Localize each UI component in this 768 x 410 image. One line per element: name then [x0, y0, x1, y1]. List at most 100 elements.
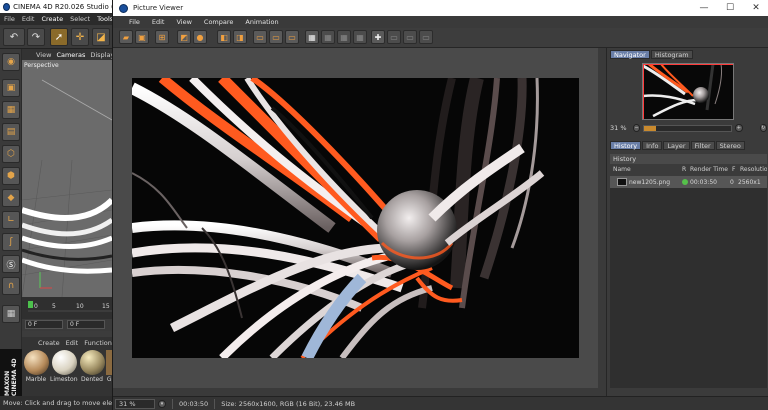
zoom-in-icon[interactable]: ✚: [371, 30, 385, 44]
render-region-icon[interactable]: ⊞: [155, 30, 169, 44]
pv-menu-view[interactable]: View: [176, 18, 191, 26]
pv-titlebar: Picture Viewer — ☐ ✕: [113, 0, 768, 16]
channel-g-icon[interactable]: ▭: [269, 30, 283, 44]
points-mode-icon[interactable]: ⬡: [2, 145, 20, 163]
axis-icon[interactable]: ∟: [2, 211, 20, 229]
c4d-frame-fields: 0 F 0 F: [22, 319, 112, 331]
view-tab-view[interactable]: View: [36, 51, 51, 59]
material-swatch[interactable]: [80, 350, 105, 375]
mat-menu-create[interactable]: Create: [38, 339, 60, 347]
c4d-timeline[interactable]: 0 5 10 15: [22, 297, 112, 319]
canvas-horizontal-scrollbar[interactable]: [113, 388, 598, 396]
tab-histogram[interactable]: Histogram: [650, 50, 693, 59]
edges-mode-icon[interactable]: ⬢: [2, 167, 20, 185]
zoom-out-button[interactable]: −: [632, 124, 641, 132]
view-tab-display[interactable]: Display: [90, 51, 114, 59]
tab-navigator[interactable]: Navigator: [610, 50, 650, 59]
pv-menu-file[interactable]: File: [129, 18, 140, 26]
material-swatch[interactable]: [24, 350, 49, 375]
col-name: Name: [613, 166, 631, 173]
make-editable-icon[interactable]: ◉: [2, 53, 20, 71]
texture-mode-icon[interactable]: ▦: [2, 101, 20, 119]
workplane-icon[interactable]: ▤: [2, 123, 20, 141]
viewport-scene: [22, 60, 112, 297]
material-swatch[interactable]: [52, 350, 77, 375]
status-render-time: 00:03:50: [179, 399, 209, 408]
snap-icon[interactable]: Ⓢ: [2, 255, 20, 273]
render-icon[interactable]: ●: [193, 30, 207, 44]
copy-frame-icon[interactable]: ◩: [177, 30, 191, 44]
status-zoom-select[interactable]: 31 %: [115, 398, 155, 409]
fit-icon[interactable]: ▭: [403, 30, 417, 44]
c4d-view-tabs: View Cameras Display: [22, 49, 118, 60]
image-canvas[interactable]: [113, 48, 606, 396]
maximize-icon[interactable]: ☐: [717, 0, 743, 16]
tab-info[interactable]: Info: [642, 141, 663, 150]
ab-compare-icon[interactable]: ◧: [217, 30, 231, 44]
maxon-logo: MAXON CINEMA 4D: [0, 349, 22, 396]
save-icon[interactable]: ▣: [135, 30, 149, 44]
zoom-in-button[interactable]: +: [735, 124, 743, 132]
move-icon[interactable]: ✛: [71, 28, 89, 46]
status-zoom-dropdown-icon[interactable]: ▾: [158, 399, 166, 408]
c4d-menu-edit[interactable]: Edit: [22, 15, 35, 23]
viewport-label: Perspective: [24, 62, 59, 69]
view-split-icon[interactable]: ▦: [337, 30, 351, 44]
material-label: Limestone: [50, 376, 78, 383]
c4d-menu-file[interactable]: File: [4, 15, 15, 23]
c4d-left-toolbar: ◉ ▣ ▦ ▤ ⬡ ⬢ ◆ ∟ ʃ Ⓢ ∩ ▦: [0, 49, 22, 349]
tab-layer[interactable]: Layer: [663, 141, 690, 150]
channel-b-icon[interactable]: ▭: [285, 30, 299, 44]
pv-menu-edit[interactable]: Edit: [152, 18, 165, 26]
pv-menu-compare[interactable]: Compare: [204, 18, 234, 26]
model-mode-icon[interactable]: ▣: [2, 79, 20, 97]
view-full-icon[interactable]: ▦: [305, 30, 319, 44]
view-tab-cameras[interactable]: Cameras: [56, 51, 85, 59]
col-frame: F: [732, 166, 736, 173]
grid-icon[interactable]: ▦: [2, 305, 20, 323]
select-arrow-icon[interactable]: ➚: [50, 28, 68, 46]
pv-logo-icon: [119, 3, 128, 13]
view-ab-icon[interactable]: ▦: [321, 30, 335, 44]
desktop: CINEMA 4D R20.026 Studio (RC - R File Ed…: [0, 0, 768, 410]
zoom-slider[interactable]: [643, 124, 733, 132]
view-filter-icon[interactable]: ▦: [353, 30, 367, 44]
scale-icon[interactable]: ◪: [92, 28, 110, 46]
zoom-reset-button[interactable]: ↻: [759, 124, 767, 132]
timeline-tick-10: 10: [76, 303, 84, 310]
mat-menu-function[interactable]: Function: [84, 339, 112, 347]
current-frame-field[interactable]: 0 F: [25, 320, 63, 329]
tab-stereo[interactable]: Stereo: [715, 141, 745, 150]
canvas-vertical-scrollbar[interactable]: [598, 48, 606, 396]
navigator-thumbnail[interactable]: [642, 63, 734, 120]
redo-icon[interactable]: ↷: [27, 28, 45, 46]
c4d-material-manager: Marble Limestone Dented Gl: [22, 348, 114, 396]
zoom-out-icon[interactable]: ▭: [387, 30, 401, 44]
c4d-menubar: File Edit Create Select Tools: [0, 13, 118, 25]
close-icon[interactable]: ✕: [743, 0, 768, 16]
pv-statusbar: 31 % ▾ 00:03:50 Size: 2560x1600, RGB (16…: [113, 396, 768, 410]
history-row-time: 00:03:50: [690, 178, 717, 186]
mat-menu-edit[interactable]: Edit: [66, 339, 79, 347]
c4d-viewport[interactable]: Perspective: [22, 60, 112, 297]
min-frame-field[interactable]: 0 F: [67, 320, 105, 329]
minimize-icon[interactable]: —: [691, 0, 717, 16]
open-folder-icon[interactable]: ▰: [119, 30, 133, 44]
c4d-menu-select[interactable]: Select: [70, 15, 90, 23]
render-artwork: [132, 78, 579, 358]
tab-history[interactable]: History: [610, 141, 642, 150]
polygons-mode-icon[interactable]: ◆: [2, 189, 20, 207]
navigator-zoom-value: 31 %: [610, 124, 627, 132]
tab-filter[interactable]: Filter: [690, 141, 715, 150]
tweak-icon[interactable]: ʃ: [2, 233, 20, 251]
c4d-menu-tools[interactable]: Tools: [97, 15, 113, 23]
undo-icon[interactable]: ↶: [3, 28, 25, 46]
info-icon[interactable]: ▭: [419, 30, 433, 44]
layers-icon[interactable]: ◨: [233, 30, 247, 44]
channel-r-icon[interactable]: ▭: [253, 30, 267, 44]
history-row[interactable]: new1205.png 00:03:50 0 2560x1: [610, 176, 767, 188]
magnet-icon[interactable]: ∩: [2, 277, 20, 295]
pv-title: Picture Viewer: [133, 4, 184, 12]
pv-menu-animation[interactable]: Animation: [245, 18, 278, 26]
c4d-menu-create[interactable]: Create: [41, 15, 63, 23]
